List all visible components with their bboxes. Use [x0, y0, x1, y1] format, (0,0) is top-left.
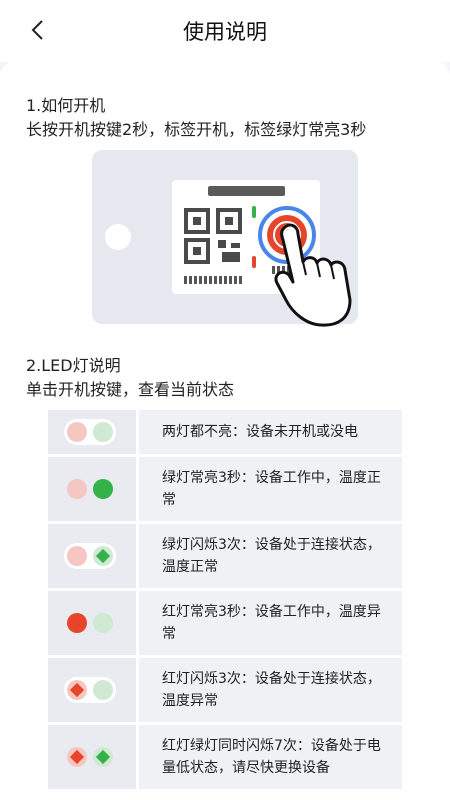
table-row: 红灯绿灯同时闪烁7次：设备处于电量低状态，请尽快更换设备 [48, 725, 402, 789]
section2-subtitle: 单击开机按键，查看当前状态 [26, 380, 235, 399]
green-lamp-off [93, 422, 113, 442]
device-screen [172, 180, 320, 294]
table-row: 绿灯闪烁3次：设备处于连接状态，温度正常 [48, 524, 402, 588]
section2-title: 2.LED灯说明 [26, 356, 121, 375]
table-row: 红灯常亮3秒：设备工作中，温度异常 [48, 591, 402, 655]
led-description: 两灯都不亮：设备未开机或没电 [162, 424, 358, 440]
green-lamp-off [93, 680, 113, 700]
section1-title: 1.如何开机 [26, 96, 106, 115]
led-description: 红灯常亮3秒：设备工作中，温度异常 [162, 604, 381, 642]
hang-hole [105, 224, 131, 250]
led-description: 绿灯常亮3秒：设备工作中，温度正常 [162, 470, 381, 508]
lamp-cell [48, 591, 136, 655]
led-description: 绿灯闪烁3次：设备处于连接状态，温度正常 [162, 537, 381, 575]
red-lamp-off [67, 422, 87, 442]
led-description: 红灯闪烁3次：设备处于连接状态，温度异常 [162, 671, 381, 709]
red-lamp-on [67, 613, 87, 633]
lamp-cell [48, 457, 136, 521]
section1-subtitle: 长按开机按键2秒，标签开机，标签绿灯常亮3秒 [26, 120, 367, 139]
page-title: 使用说明 [183, 20, 267, 44]
red-lamp-off [67, 479, 87, 499]
red-lamp-off [67, 546, 87, 566]
lamp-cell [48, 410, 136, 454]
table-row: 两灯都不亮：设备未开机或没电 [48, 410, 402, 454]
lamp-cell [48, 524, 136, 588]
table-row: 绿灯常亮3秒：设备工作中，温度正常 [48, 457, 402, 521]
top-bar: 使用说明 [0, 0, 450, 62]
lamp-cell [48, 658, 136, 722]
table-row: 红灯闪烁3次：设备处于连接状态，温度异常 [48, 658, 402, 722]
lamp-cell [48, 725, 136, 789]
green-lamp-off [93, 613, 113, 633]
led-description: 红灯绿灯同时闪烁7次：设备处于电量低状态，请尽快更换设备 [162, 738, 381, 776]
green-lamp-on [93, 479, 113, 499]
